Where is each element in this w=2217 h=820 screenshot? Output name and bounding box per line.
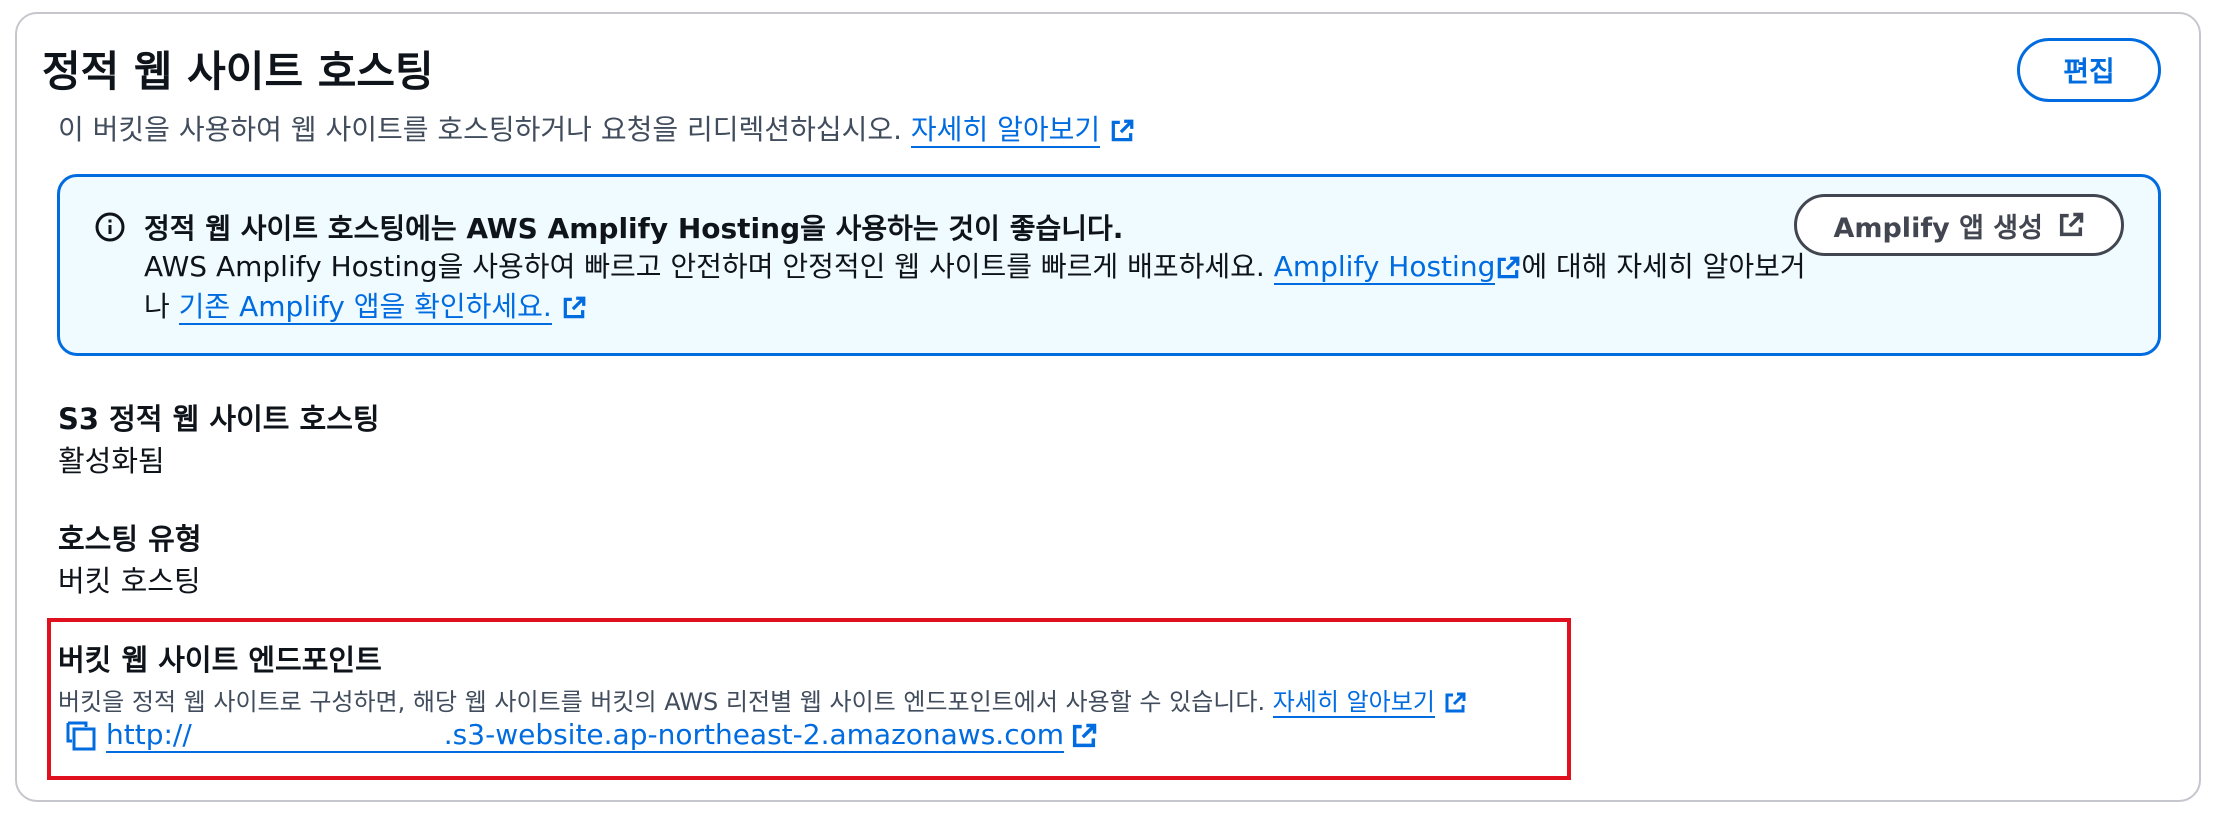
hosting-type-value: 버킷 호스팅: [58, 564, 201, 598]
endpoint-learn-more-link[interactable]: 자세히 알아보기: [1272, 688, 1435, 718]
amplify-hosting-link[interactable]: Amplify Hosting: [1273, 250, 1496, 285]
external-link-icon: [2059, 212, 2084, 237]
hosting-type-label: 호스팅 유형: [58, 522, 202, 556]
external-link-icon[interactable]: [1109, 118, 1135, 144]
edit-button[interactable]: 편집: [2017, 38, 2161, 102]
existing-amplify-app-label: 기존 Amplify 앱을 확인하세요.: [178, 290, 552, 323]
endpoint-description: 버킷을 정적 웹 사이트로 구성하면, 해당 웹 사이트를 버킷의 AWS 리전…: [58, 682, 1467, 718]
learn-more-label: 자세히 알아보기: [910, 113, 1101, 146]
existing-amplify-app-link[interactable]: 기존 Amplify 앱을 확인하세요.: [178, 290, 552, 325]
amplify-hosting-link-label: Amplify Hosting: [1273, 250, 1496, 283]
endpoint-description-text: 버킷을 정적 웹 사이트로 구성하면, 해당 웹 사이트를 버킷의 AWS 리전…: [58, 688, 1266, 716]
info-body-text-1: AWS Amplify Hosting을 사용하여 빠르고 안전하며 안정적인 …: [144, 250, 1274, 283]
info-title: 정적 웹 사이트 호스팅에는 AWS Amplify Hosting을 사용하는…: [144, 212, 1124, 245]
external-link-icon[interactable]: [1495, 255, 1521, 281]
page-title: 정적 웹 사이트 호스팅: [42, 47, 434, 96]
copy-icon[interactable]: [64, 719, 98, 753]
learn-more-link[interactable]: 자세히 알아보기: [910, 113, 1101, 148]
info-circle-icon: [95, 212, 125, 242]
endpoint-url-row: http:// .s3-website.ap-northeast-2.amazon…: [64, 718, 1098, 753]
create-amplify-app-label: Amplify 앱 생성: [1833, 212, 2043, 244]
page-subtitle: 이 버킷을 사용하여 웹 사이트를 호스팅하거나 요청을 리디렉션하십시오. 자…: [58, 108, 1135, 148]
endpoint-learn-more-label: 자세히 알아보기: [1272, 688, 1435, 716]
amplify-info-alert: 정적 웹 사이트 호스팅에는 AWS Amplify Hosting을 사용하는…: [57, 174, 2161, 356]
create-amplify-app-button[interactable]: Amplify 앱 생성: [1794, 194, 2124, 256]
subtitle-text: 이 버킷을 사용하여 웹 사이트를 호스팅하거나 요청을 리디렉션하십시오.: [58, 113, 903, 146]
external-link-icon[interactable]: [1070, 722, 1098, 750]
endpoint-url-suffix: .s3-website.ap-northeast-2.amazonaws.com: [443, 718, 1064, 751]
endpoint-label: 버킷 웹 사이트 엔드포인트: [58, 643, 382, 677]
external-link-icon[interactable]: [1443, 691, 1467, 715]
s3-hosting-value: 활성화됨: [58, 444, 165, 478]
endpoint-url-prefix: http://: [106, 718, 192, 751]
s3-hosting-label: S3 정적 웹 사이트 호스팅: [58, 402, 380, 436]
endpoint-url-link[interactable]: http:// .s3-website.ap-northeast-2.amazon…: [106, 718, 1064, 753]
external-link-icon[interactable]: [561, 295, 587, 321]
info-body: AWS Amplify Hosting을 사용하여 빠르고 안전하며 안정적인 …: [144, 247, 1824, 327]
